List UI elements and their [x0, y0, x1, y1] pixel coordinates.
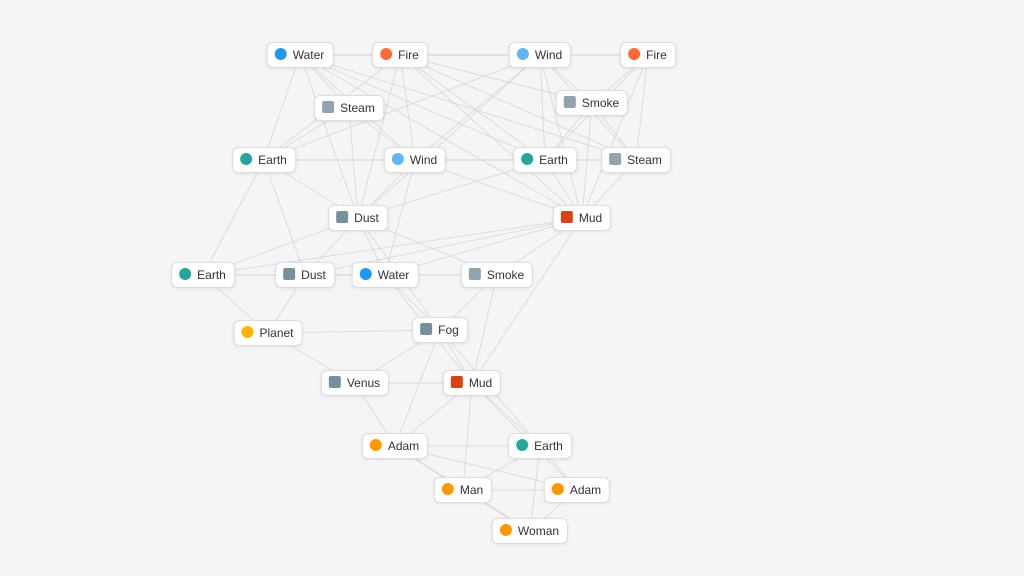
node-dust2[interactable]: Dust: [275, 262, 335, 288]
node-label-steam2: Steam: [627, 153, 662, 167]
node-icon-fog1: [419, 322, 433, 338]
node-wind1[interactable]: Wind: [509, 42, 571, 68]
node-icon-steam2: [608, 152, 622, 168]
node-adam2[interactable]: Adam: [544, 477, 610, 503]
edges-svg: [0, 0, 1024, 576]
node-icon-steam1: [321, 100, 335, 116]
node-label-fire2: Fire: [646, 48, 667, 62]
node-woman1[interactable]: Woman: [492, 518, 568, 544]
graph-container: Water Fire Wind Fire Steam Smoke Earth Wind Eart…: [0, 0, 1024, 576]
node-icon-fire1: [379, 47, 393, 63]
node-label-earth4: Earth: [534, 439, 563, 453]
node-icon-smoke2: [468, 267, 482, 283]
node-label-smoke2: Smoke: [487, 268, 524, 282]
node-planet1[interactable]: Planet: [233, 320, 302, 346]
node-fire1[interactable]: Fire: [372, 42, 428, 68]
node-mud2[interactable]: Mud: [443, 370, 501, 396]
node-icon-earth2: [520, 152, 534, 168]
node-label-adam2: Adam: [570, 483, 601, 497]
node-label-wind2: Wind: [410, 153, 437, 167]
node-icon-adam1: [369, 438, 383, 454]
node-icon-water1: [274, 47, 288, 63]
node-steam1[interactable]: Steam: [314, 95, 384, 121]
node-earth1[interactable]: Earth: [232, 147, 296, 173]
node-icon-smoke1: [563, 95, 577, 111]
node-man1[interactable]: Man: [434, 477, 492, 503]
node-icon-earth4: [515, 438, 529, 454]
node-label-fog1: Fog: [438, 323, 459, 337]
node-steam2[interactable]: Steam: [601, 147, 671, 173]
node-icon-earth3: [178, 267, 192, 283]
node-fog1[interactable]: Fog: [412, 317, 468, 343]
node-earth2[interactable]: Earth: [513, 147, 577, 173]
node-label-water2: Water: [378, 268, 410, 282]
node-icon-venus1: [328, 375, 342, 391]
node-label-steam1: Steam: [340, 101, 375, 115]
node-smoke1[interactable]: Smoke: [556, 90, 628, 116]
node-icon-fire2: [627, 47, 641, 63]
node-smoke2[interactable]: Smoke: [461, 262, 533, 288]
node-label-smoke1: Smoke: [582, 96, 619, 110]
node-icon-mud2: [450, 375, 464, 391]
node-wind2[interactable]: Wind: [384, 147, 446, 173]
node-label-woman1: Woman: [518, 524, 559, 538]
node-icon-earth1: [239, 152, 253, 168]
node-icon-woman1: [499, 523, 513, 539]
node-label-dust2: Dust: [301, 268, 326, 282]
node-fire2[interactable]: Fire: [620, 42, 676, 68]
node-icon-wind2: [391, 152, 405, 168]
node-label-earth2: Earth: [539, 153, 568, 167]
node-label-mud2: Mud: [469, 376, 492, 390]
node-label-dust1: Dust: [354, 211, 379, 225]
node-water2[interactable]: Water: [352, 262, 419, 288]
node-label-earth3: Earth: [197, 268, 226, 282]
node-label-fire1: Fire: [398, 48, 419, 62]
node-icon-water2: [359, 267, 373, 283]
node-adam1[interactable]: Adam: [362, 433, 428, 459]
node-label-water1: Water: [293, 48, 325, 62]
node-label-venus1: Venus: [347, 376, 380, 390]
node-label-planet1: Planet: [259, 326, 293, 340]
node-label-wind1: Wind: [535, 48, 562, 62]
node-icon-mud1: [560, 210, 574, 226]
node-label-adam1: Adam: [388, 439, 419, 453]
node-icon-dust1: [335, 210, 349, 226]
node-water1[interactable]: Water: [267, 42, 334, 68]
node-dust1[interactable]: Dust: [328, 205, 388, 231]
node-label-earth1: Earth: [258, 153, 287, 167]
node-earth4[interactable]: Earth: [508, 433, 572, 459]
node-label-man1: Man: [460, 483, 483, 497]
node-venus1[interactable]: Venus: [321, 370, 389, 396]
node-earth3[interactable]: Earth: [171, 262, 235, 288]
node-icon-adam2: [551, 482, 565, 498]
node-mud1[interactable]: Mud: [553, 205, 611, 231]
node-icon-man1: [441, 482, 455, 498]
node-icon-planet1: [240, 325, 254, 341]
node-icon-wind1: [516, 47, 530, 63]
node-icon-dust2: [282, 267, 296, 283]
node-label-mud1: Mud: [579, 211, 602, 225]
